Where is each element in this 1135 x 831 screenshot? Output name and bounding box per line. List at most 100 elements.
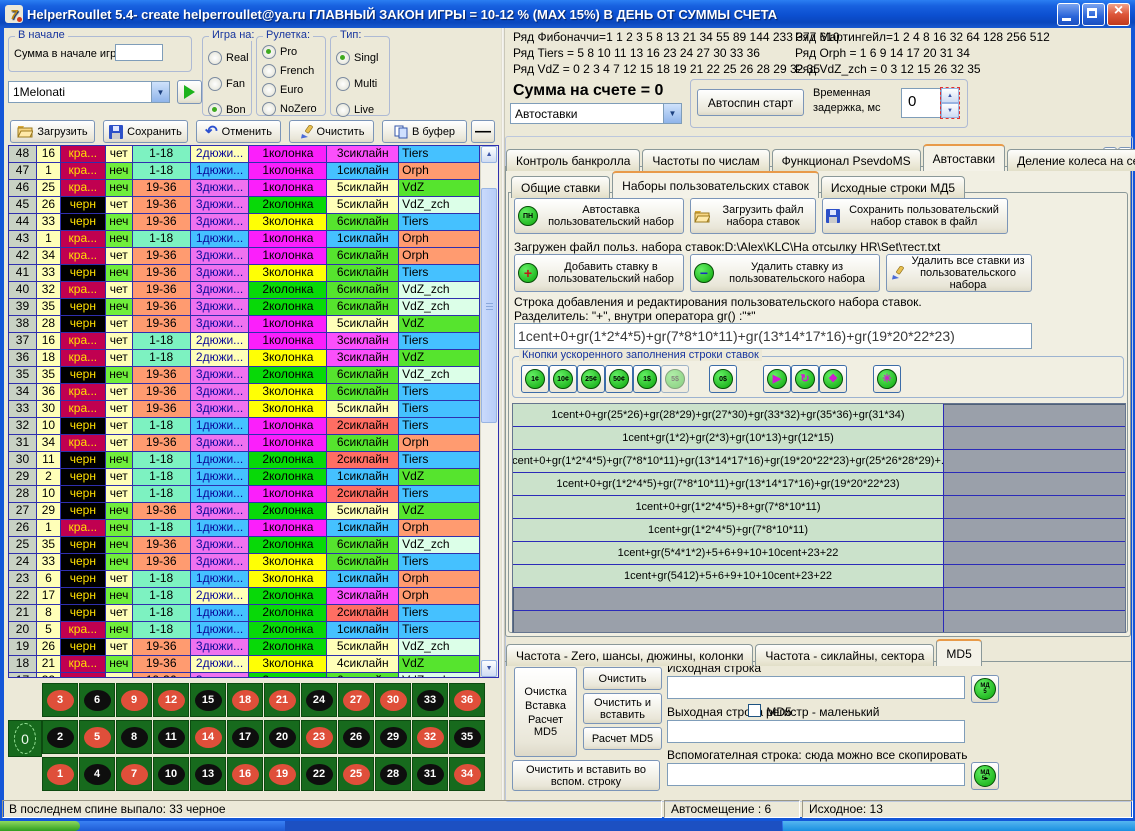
board-cell-36[interactable]: 36 — [449, 683, 485, 717]
table-row[interactable]: 2535черннеч19-363дюжи...2колонка6сиклайн… — [9, 537, 480, 554]
table-row[interactable]: 3828чернчет19-363дюжи...1колонка5сиклайн… — [9, 316, 480, 333]
board-cell-15[interactable]: 15 — [190, 683, 226, 717]
scroll-up-icon[interactable]: ▲ — [481, 146, 497, 163]
board-cell-19[interactable]: 19 — [264, 757, 300, 791]
board-cell-4[interactable]: 4 — [79, 757, 115, 791]
bet-list-item[interactable]: 1cent+gr(5*4*1*2)+5+6+9+10+10cent+23+22 — [513, 542, 1125, 565]
board-cell-35[interactable]: 35 — [449, 720, 485, 754]
bet-list-item[interactable]: 1cent+gr(1*2)+gr(2*3)+gr(10*13)+gr(12*15… — [513, 427, 1125, 450]
md5-calc-icon-button[interactable]: МД5 — [971, 675, 999, 703]
set-autobet-button[interactable]: ПНАвтоставка пользовательский набор — [514, 198, 684, 234]
board-cell-22[interactable]: 22 — [301, 757, 337, 791]
tab-sub-1[interactable]: Общие ставки — [511, 176, 610, 198]
radio-euro[interactable]: Euro — [262, 83, 303, 97]
set-open-folder-button[interactable]: Загрузить файл набора ставок — [690, 198, 816, 234]
radio-french[interactable]: French — [262, 64, 314, 78]
toolbar-copy-button[interactable]: В буфер — [382, 120, 467, 143]
coin-10cent-button[interactable]: 10¢ — [549, 365, 577, 393]
table-row[interactable]: 3011черннеч1-181дюжи...2колонка2сиклайнT… — [9, 452, 480, 469]
spin-up-icon[interactable]: ▲ — [941, 88, 959, 103]
set-save-button[interactable]: Сохранить пользовательский набор ставок … — [822, 198, 1008, 234]
table-row[interactable]: 431кра...неч1-181дюжи...1колонка1сиклайн… — [9, 231, 480, 248]
delay-value[interactable]: 0 — [901, 88, 941, 118]
calc-md5-button[interactable]: Расчет MD5 — [583, 727, 662, 750]
board-cell-31[interactable]: 31 — [412, 757, 448, 791]
swirl-icon[interactable]: ❖ — [819, 365, 847, 393]
toolbar-open-folder-button[interactable]: Загрузить — [10, 120, 95, 143]
clear-and-paste-button[interactable]: Очистить и вставить — [583, 693, 662, 724]
clear-paste-aux-button[interactable]: Очистить и вставить во вспом. строку — [512, 760, 660, 791]
table-row[interactable]: 4032кра...чет19-363дюжи...2колонка6сикла… — [9, 282, 480, 299]
radio-multi[interactable]: Multi — [336, 77, 377, 91]
board-cell-10[interactable]: 10 — [153, 757, 189, 791]
toolbar-brush-button[interactable]: Очистить — [289, 120, 374, 143]
radio-live[interactable]: Live — [336, 103, 374, 117]
source-string-input[interactable] — [667, 676, 965, 699]
board-cell-3[interactable]: 3 — [42, 683, 78, 717]
tab-main-3[interactable]: Функционал PsevdoMS — [772, 149, 921, 171]
board-cell-5[interactable]: 5 — [79, 720, 115, 754]
run-preset-button[interactable] — [177, 80, 202, 104]
tab-bottom-1[interactable]: Частота - Zero, шансы, дюжины, колонки — [506, 644, 753, 666]
toolbar-minus-button[interactable]: — — [471, 120, 495, 143]
table-row[interactable]: 236чернчет1-181дюжи...3колонка1сиклайнOr… — [9, 571, 480, 588]
radio-real[interactable]: Real — [208, 51, 249, 65]
radio-bon[interactable]: Bon — [208, 103, 246, 117]
taskbar-task-button[interactable] — [285, 821, 782, 831]
table-row[interactable]: 4133черннеч19-363дюжи...3колонка6сиклайн… — [9, 265, 480, 282]
out-string-input[interactable] — [667, 720, 965, 743]
coin-50cent-button[interactable]: 50¢ — [605, 365, 633, 393]
tab-main-1[interactable]: Контроль банкролла — [506, 149, 640, 171]
autospin-start-button[interactable]: Автоспин старт — [697, 89, 804, 116]
edit-minus-circle-button[interactable]: −Удалить ставку из пользовательского наб… — [690, 254, 880, 292]
board-cell-32[interactable]: 32 — [412, 720, 448, 754]
table-row[interactable]: 218чернчет1-181дюжи...2колонка2сиклайнTi… — [9, 605, 480, 622]
coin-0dollar-button[interactable]: 0$ — [709, 365, 737, 393]
board-cell-11[interactable]: 11 — [153, 720, 189, 754]
maximize-button[interactable] — [1082, 3, 1105, 26]
table-row[interactable]: 3935черннеч19-363дюжи...2колонка6сиклайн… — [9, 299, 480, 316]
preset-combobox[interactable]: 1Melonati ▼ — [8, 81, 170, 103]
board-cell-16[interactable]: 16 — [227, 757, 263, 791]
board-cell-26[interactable]: 26 — [338, 720, 374, 754]
close-button[interactable] — [1107, 3, 1130, 26]
board-cell-33[interactable]: 33 — [412, 683, 448, 717]
board-cell-0[interactable]: 0 — [8, 720, 42, 757]
tab-bottom-2[interactable]: Частота - сиклайны, сектора — [755, 644, 934, 666]
tab-sub-2[interactable]: Наборы пользовательских ставок — [612, 171, 819, 198]
board-cell-34[interactable]: 34 — [449, 757, 485, 791]
delay-spinner[interactable]: 0 ▲▼ — [901, 88, 959, 118]
spin-down-icon[interactable]: ▼ — [941, 103, 959, 118]
table-row[interactable]: 3134кра...чет19-363дюжи...1колонка6сикла… — [9, 435, 480, 452]
table-row[interactable]: 205кра...неч1-181дюжи...2колонка1сиклайн… — [9, 622, 480, 639]
board-cell-21[interactable]: 21 — [264, 683, 300, 717]
lowercase-checkbox[interactable] — [748, 704, 761, 717]
board-cell-6[interactable]: 6 — [79, 683, 115, 717]
edit-plus-button[interactable]: +Добавить ставку в пользовательский набо… — [514, 254, 684, 292]
table-row[interactable]: 2729черннеч19-363дюжи...2колонка5сиклайн… — [9, 503, 480, 520]
board-cell-2[interactable]: 2 — [42, 720, 78, 754]
board-cell-20[interactable]: 20 — [264, 720, 300, 754]
rotate-icon[interactable]: ↻ — [791, 365, 819, 393]
bet-list-item[interactable]: 1cent+0+gr(1*2*4*5)+8+gr(7*8*10*11) — [513, 496, 1125, 519]
table-row[interactable]: 4234кра...чет19-363дюжи...1колонка6сикла… — [9, 248, 480, 265]
board-cell-24[interactable]: 24 — [301, 683, 337, 717]
board-cell-30[interactable]: 30 — [375, 683, 411, 717]
tab-main-4[interactable]: Автоставки — [923, 144, 1006, 171]
board-cell-28[interactable]: 28 — [375, 757, 411, 791]
bet-list-item[interactable]: 1cent+0+gr(1*2*4*5)+gr(7*8*10*11)+gr(13*… — [513, 450, 1125, 473]
table-row[interactable]: 3618кра...чет1-182дюжи...3колонка3сиклай… — [9, 350, 480, 367]
radio-nozero[interactable]: NoZero — [262, 102, 317, 116]
tab-sub-3[interactable]: Исходные строки МД5 — [821, 176, 965, 198]
scrollbar-thumb[interactable] — [481, 188, 497, 423]
coin-25cent-button[interactable]: 25¢ — [577, 365, 605, 393]
table-row[interactable]: 1926чернчет19-363дюжи...2колонка5сиклайн… — [9, 639, 480, 656]
board-cell-13[interactable]: 13 — [190, 757, 226, 791]
toolbar-save-button[interactable]: Сохранить — [103, 120, 188, 143]
board-cell-29[interactable]: 29 — [375, 720, 411, 754]
minimize-button[interactable] — [1057, 3, 1080, 26]
board-cell-9[interactable]: 9 — [116, 683, 152, 717]
table-row[interactable]: 4433черннеч19-363дюжи...3колонка6сиклайн… — [9, 214, 480, 231]
board-cell-17[interactable]: 17 — [227, 720, 263, 754]
table-row[interactable]: 3535черннеч19-363дюжи...2колонка6сиклайн… — [9, 367, 480, 384]
